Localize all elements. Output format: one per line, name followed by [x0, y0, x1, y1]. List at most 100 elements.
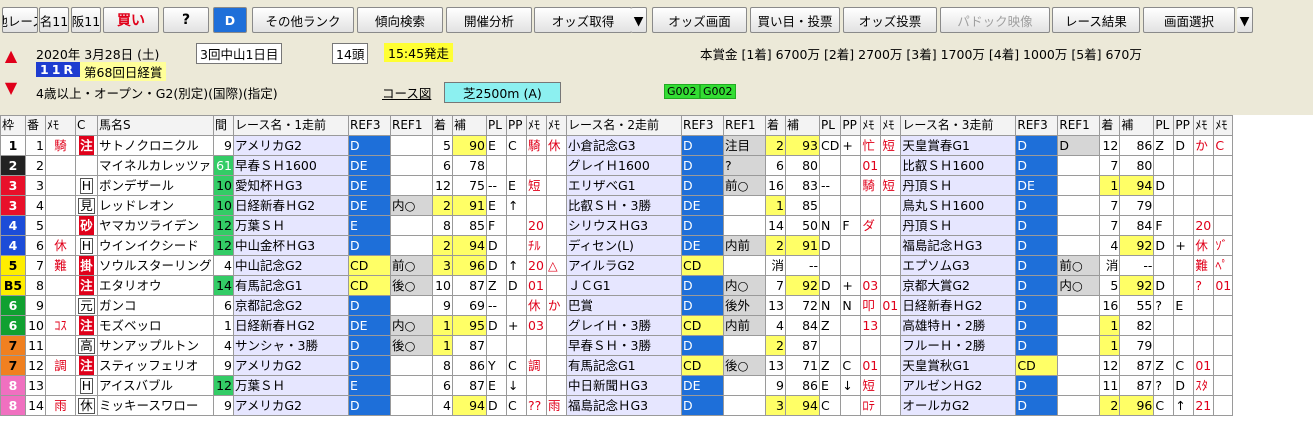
race-name-cell[interactable]: アメリカG2 — [233, 355, 349, 376]
race-name-cell[interactable]: 福島記念ＨG3 — [566, 395, 682, 416]
race-name-cell[interactable]: 小倉記念G3 — [566, 135, 682, 156]
column-header[interactable]: 間 — [213, 115, 234, 136]
screen-select-dropdown[interactable]: ▼ — [1237, 7, 1253, 33]
race-name-cell[interactable]: アメリカG2 — [233, 395, 349, 416]
column-header[interactable]: PL — [486, 115, 507, 136]
help-button[interactable]: ? — [163, 7, 209, 33]
race-name-cell[interactable]: エプソムG3 — [900, 255, 1017, 276]
horse-name-cell[interactable]: マイネルカレッツァ — [97, 155, 214, 176]
race-name-cell[interactable]: 早春ＳＨ・3勝 — [566, 335, 682, 356]
column-header[interactable]: 着 — [432, 115, 453, 136]
kaisai-analysis-button[interactable]: 開催分析 — [446, 7, 532, 33]
horse-name-cell[interactable]: サンアップルトン — [97, 335, 214, 356]
race-name-cell[interactable]: 有馬記念G1 — [566, 355, 682, 376]
horse-name-cell[interactable]: アイスバブル — [97, 375, 214, 396]
table-row[interactable]: 8 13 H アイスバブル 12 万葉ＳＨ E 6 87 E ↓ 中日新聞ＨG3 DE 9 86 E ↓ 短アルゼ… — [0, 375, 1234, 396]
column-header[interactable]: ﾒﾓ — [526, 115, 547, 136]
column-header[interactable]: PP — [1173, 115, 1195, 136]
other-rank-button[interactable]: その他ランク — [252, 7, 354, 33]
column-header[interactable]: 着 — [765, 115, 786, 136]
column-header[interactable]: ﾒﾓ — [45, 115, 76, 136]
column-header[interactable]: REF1 — [390, 115, 433, 136]
race-name-cell[interactable]: アルゼンＨG2 — [900, 375, 1017, 396]
column-header[interactable]: ﾒﾓ — [546, 115, 567, 136]
race-name-cell[interactable]: 比叡ＳＨ・3勝 — [566, 195, 682, 216]
race-name-cell[interactable]: 中山金杯ＨG3 — [233, 235, 349, 256]
race-name-cell[interactable]: シリウスＨG3 — [566, 215, 682, 236]
race-name-cell[interactable]: 京都記念G2 — [233, 295, 349, 316]
bet-vote-button[interactable]: 買い目・投票 — [750, 7, 840, 33]
horse-name-cell[interactable]: ミッキースワロー — [97, 395, 214, 416]
column-header[interactable]: C — [75, 115, 98, 136]
race-name-cell[interactable]: 京都大賞G2 — [900, 275, 1017, 296]
race-name-cell[interactable]: エリザベG1 — [566, 175, 682, 196]
column-header[interactable]: ﾒﾓ — [880, 115, 902, 136]
horse-name-cell[interactable]: ヤマカツライデン — [97, 215, 214, 236]
hanshin-11-button[interactable]: 阪11 — [71, 7, 101, 33]
horse-name-cell[interactable]: ウインイクシード — [97, 235, 214, 256]
race-name-cell[interactable]: 巴賞 — [566, 295, 682, 316]
race-name-cell[interactable]: 福島記念ＨG3 — [900, 235, 1017, 256]
table-row[interactable]: 6 10 ｺｽ注モズベッロ 1 日経新春ＨG2 DE 内○ 1 95 D +03 グレイＨ・3勝 CD 内… — [0, 315, 1234, 336]
course-map-link[interactable]: コース図 — [382, 83, 431, 102]
table-row[interactable]: 6 9 元ガンコ 6 京都記念G2 D 9 69 -- 休か巴賞 D 後外 13 72 N N 叩 01 日経新春Ｈ… — [0, 295, 1234, 316]
race-name-cell[interactable]: 高雄特Ｈ・2勝 — [900, 315, 1017, 336]
table-row[interactable]: 4 5 砂ヤマカツライデン 12 万葉ＳＨ E 8 85 F 20 シリウスＨG3 D 14 50 N F ダ丹… — [0, 215, 1234, 236]
meiji-11-button[interactable]: 名11 — [39, 7, 69, 33]
table-row[interactable]: 1 1 騎注サトノクロニクル 9 アメリカG2 D 5 90 E C 騎休小倉記念G3 D 注目 2 93 C… — [0, 135, 1234, 156]
column-header[interactable]: REF3 — [348, 115, 391, 136]
race-name-cell[interactable]: 丹頂ＳＨ — [900, 175, 1017, 196]
column-header[interactable]: 補 — [785, 115, 820, 136]
race-name-cell[interactable]: サンシャ・3勝 — [233, 335, 349, 356]
race-name-cell[interactable]: 丹頂ＳＨ — [900, 215, 1017, 236]
horse-name-cell[interactable]: ボンデザール — [97, 175, 214, 196]
column-header[interactable]: 着 — [1099, 115, 1121, 136]
race-name-cell[interactable]: 中山記念G2 — [233, 255, 349, 276]
race-name-cell[interactable]: 中日新聞ＨG3 — [566, 375, 682, 396]
race-name-cell[interactable]: 鳥丸ＳＨ1600 — [900, 195, 1017, 216]
screen-select-button[interactable]: 画面選択 — [1143, 7, 1235, 33]
race-name-cell[interactable]: アイルラG2 — [566, 255, 682, 276]
trend-search-button[interactable]: 傾向検索 — [357, 7, 443, 33]
odds-fetch-button[interactable]: オッズ取得 — [534, 7, 632, 33]
column-header[interactable]: 補 — [1119, 115, 1155, 136]
race-name-cell[interactable]: 日経新春ＨG2 — [233, 315, 349, 336]
race-name-cell[interactable]: 愛知杯ＨG3 — [233, 175, 349, 196]
column-header[interactable]: PL — [818, 115, 842, 136]
horse-name-cell[interactable]: サトノクロニクル — [97, 135, 214, 156]
column-header[interactable]: PL — [1153, 115, 1175, 136]
table-row[interactable]: B5 8 注エタリオウ 14 有馬記念G1 CD 後○ 10 87 Z D 01 ＪＣG1 D 内○ 7 92 D… — [0, 275, 1234, 296]
column-header[interactable]: ﾒﾓ — [1213, 115, 1234, 136]
table-row[interactable]: 3 4 見レッドレオン 10 日経新春ＨG2 DE 内○ 2 91 E ↑ 比叡ＳＨ・3勝 DE 1 85 鳥… — [0, 195, 1234, 216]
paddock-video-button[interactable]: パドック映像 — [940, 7, 1050, 33]
race-name-cell[interactable]: 早春ＳＨ1600 — [233, 155, 349, 176]
race-name-cell[interactable]: 天皇賞秋G1 — [900, 355, 1017, 376]
column-header[interactable]: PP — [840, 115, 862, 136]
race-name-cell[interactable]: グレイＨ1600 — [566, 155, 682, 176]
race-result-button[interactable]: レース結果 — [1052, 7, 1140, 33]
race-name-cell[interactable]: 天皇賞春G1 — [900, 135, 1017, 156]
odds-vote-button[interactable]: オッズ投票 — [843, 7, 937, 33]
table-row[interactable]: 7 11 高サンアップルトン 4 サンシャ・3勝 D 後○ 1 87 早春ＳＨ・3勝 D 2 87 フルー… — [0, 335, 1234, 356]
column-header[interactable]: 番 — [25, 115, 46, 136]
column-header[interactable]: 枠 — [0, 115, 26, 136]
race-name-cell[interactable]: 有馬記念G1 — [233, 275, 349, 296]
column-header[interactable]: レース名・2走前 — [566, 115, 682, 136]
table-row[interactable]: 5 7 難掛ソウルスターリング 4 中山記念G2 CD 前○ 3 96 D ↑ 20 △ アイルラG2 CD… — [0, 255, 1234, 276]
race-name-cell[interactable]: フルーＨ・2勝 — [900, 335, 1017, 356]
table-row[interactable]: 8 14 雨休ミッキースワロー 9 アメリカG2 D 4 94 D C?? 雨福島記念ＨG3 D 3 94… — [0, 395, 1234, 416]
horse-name-cell[interactable]: ソウルスターリング — [97, 255, 214, 276]
column-header[interactable]: REF3 — [1015, 115, 1059, 136]
column-header[interactable]: REF3 — [681, 115, 724, 136]
column-header[interactable]: REF1 — [1057, 115, 1101, 136]
other-race-button[interactable]: 他レース — [2, 7, 38, 33]
column-header[interactable]: レース名・3走前 — [900, 115, 1017, 136]
race-name-cell[interactable]: ディセン(L) — [566, 235, 682, 256]
column-header[interactable]: ﾒﾓ — [1193, 115, 1215, 136]
race-name-cell[interactable]: ＪＣG1 — [566, 275, 682, 296]
race-name-cell[interactable]: 比叡ＳＨ1600 — [900, 155, 1017, 176]
race-name-cell[interactable]: 万葉ＳＨ — [233, 375, 349, 396]
odds-screen-button[interactable]: オッズ画面 — [652, 7, 747, 33]
race-name-cell[interactable]: 万葉ＳＨ — [233, 215, 349, 236]
buy-button[interactable]: 買い — [103, 7, 159, 33]
